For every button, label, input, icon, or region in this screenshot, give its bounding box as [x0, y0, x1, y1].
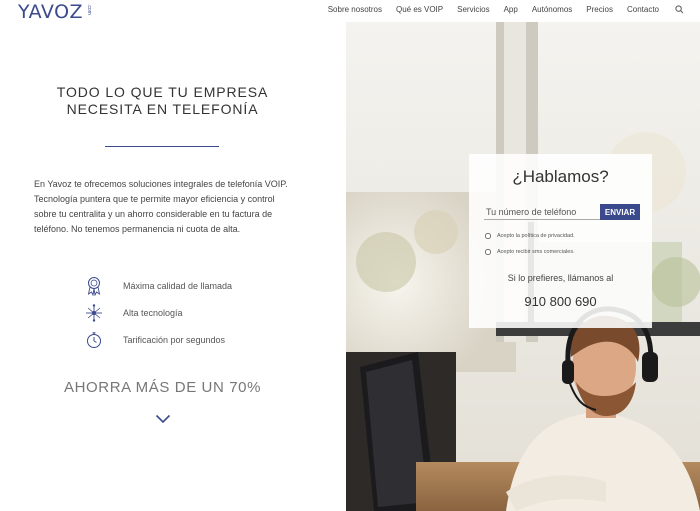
contact-card-title: ¿Hablamos? — [512, 167, 609, 186]
award-ribbon-icon — [84, 276, 104, 296]
contact-card: ¿Hablamos? ENVIAR Acepto la política de … — [469, 154, 652, 328]
hero-headline-line2: NECESITA EN TELEFONÍA — [66, 101, 259, 117]
nav-item-autonomos[interactable]: Autónomos — [532, 5, 572, 14]
privacy-checkbox-label: Acepto la política de privacidad. — [497, 233, 575, 239]
main-nav: Sobre nosotros Qué es VOIP Servicios App… — [314, 5, 684, 14]
privacy-checkbox-row[interactable]: Acepto la política de privacidad. — [485, 233, 575, 239]
savings-heading: AHORRA MÁS DE UN 70% — [63, 379, 262, 396]
site-header: YAVOZ .com Sobre nosotros Qué es VOIP Se… — [0, 0, 700, 23]
nav-item-precios[interactable]: Precios — [586, 5, 613, 14]
commercial-checkbox[interactable] — [485, 249, 491, 255]
feature-label: Tarificación por segundos — [123, 334, 226, 345]
nav-item-contacto[interactable]: Contacto — [627, 5, 659, 14]
feature-item: Tarificación por segundos — [84, 326, 304, 353]
feature-item: Alta tecnología — [84, 299, 304, 326]
nav-item-sobre-nosotros[interactable]: Sobre nosotros — [328, 5, 382, 14]
nav-item-que-es-voip[interactable]: Qué es VOIP — [396, 5, 443, 14]
commercial-checkbox-row[interactable]: Acepto recibir sms comerciales. — [485, 249, 575, 255]
feature-list: Máxima calidad de llamada Alta tecnologí… — [84, 272, 304, 353]
headline-divider — [105, 146, 219, 147]
chevron-down-icon[interactable] — [155, 414, 171, 424]
privacy-checkbox[interactable] — [485, 233, 491, 239]
call-us-text: Si lo prefieres, llámanos al — [507, 273, 614, 283]
send-button[interactable]: ENVIAR — [600, 204, 640, 220]
brand-logo[interactable]: YAVOZ — [18, 1, 83, 23]
feature-item: Máxima calidad de llamada — [84, 272, 304, 299]
hero-intro: En Yavoz te ofrecemos soluciones integra… — [34, 179, 288, 234]
nav-item-servicios[interactable]: Servicios — [457, 5, 489, 14]
stopwatch-icon — [84, 330, 104, 350]
feature-label: Alta tecnología — [123, 307, 183, 318]
nav-item-app[interactable]: App — [504, 5, 518, 14]
hero-left: TODO LO QUE TU EMPRESA NECESITA EN TELEF… — [0, 22, 346, 511]
brand-logo-suffix: .com — [86, 4, 92, 15]
phone-number-link[interactable]: 910 800 690 — [469, 294, 652, 309]
network-icon — [84, 303, 104, 323]
hero-headline-line1: TODO LO QUE TU EMPRESA — [56, 84, 269, 100]
commercial-checkbox-label: Acepto recibir sms comerciales. — [497, 249, 575, 255]
search-icon[interactable] — [675, 5, 684, 14]
phone-input[interactable] — [484, 205, 600, 220]
hero-headline: TODO LO QUE TU EMPRESA NECESITA EN TELEF… — [30, 84, 295, 118]
feature-label: Máxima calidad de llamada — [123, 280, 233, 291]
